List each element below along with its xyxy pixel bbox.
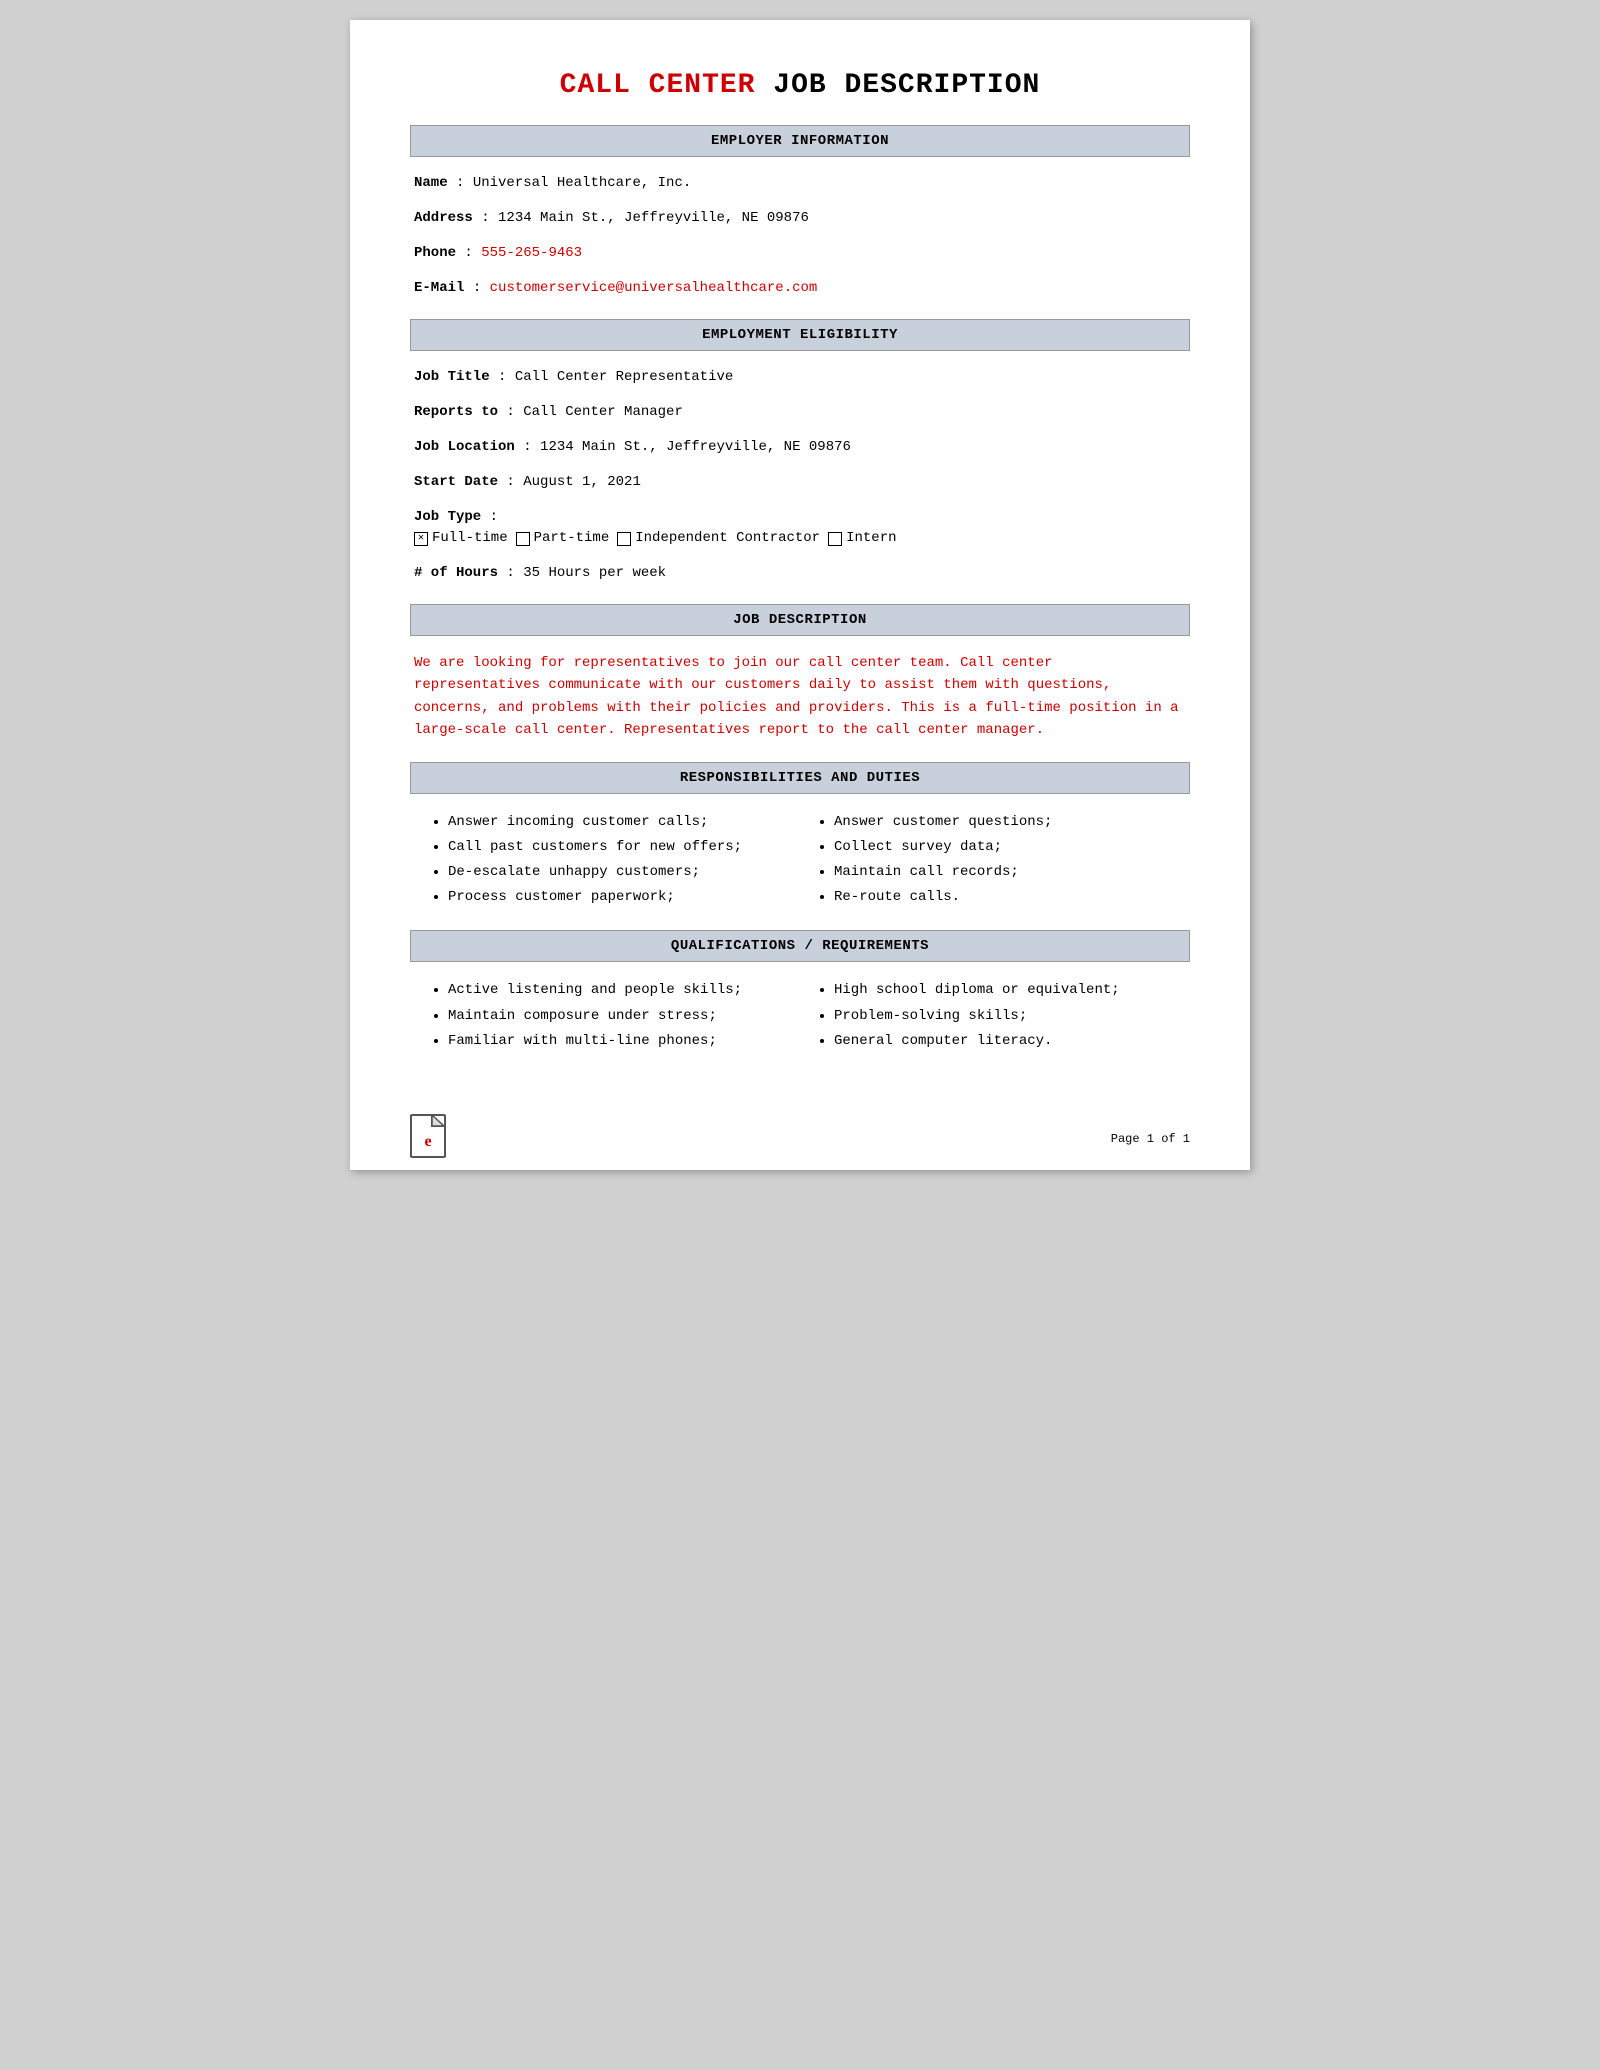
list-item: Maintain call records; xyxy=(834,860,1186,885)
employer-address-colon: : xyxy=(481,210,498,226)
responsibilities-section: RESPONSIBILITIES AND DUTIES Answer incom… xyxy=(410,762,1190,911)
contractor-checkbox xyxy=(617,532,631,546)
list-item: Call past customers for new offers; xyxy=(448,835,800,860)
job-location-row: Job Location : 1234 Main St., Jeffreyvil… xyxy=(414,437,1186,458)
employer-phone-row: Phone : 555-265-9463 xyxy=(414,243,1186,264)
job-title-label: Job Title xyxy=(414,369,490,385)
contractor-label: Independent Contractor xyxy=(635,528,820,549)
employer-section: EMPLOYER INFORMATION Name : Universal He… xyxy=(410,125,1190,299)
list-item: Answer customer questions; xyxy=(834,810,1186,835)
job-description-text: We are looking for representatives to jo… xyxy=(414,652,1186,742)
start-date-row: Start Date : August 1, 2021 xyxy=(414,472,1186,493)
employer-name-value: Universal Healthcare, Inc. xyxy=(473,175,691,191)
employer-phone-value: 555-265-9463 xyxy=(481,245,582,261)
list-item: Collect survey data; xyxy=(834,835,1186,860)
intern-label: Intern xyxy=(846,528,896,549)
responsibilities-content: Answer incoming customer calls; Call pas… xyxy=(410,810,1190,911)
fulltime-option: Full-time xyxy=(414,528,508,549)
qualifications-col1: Active listening and people skills; Main… xyxy=(414,978,800,1054)
intern-option: Intern xyxy=(828,528,896,549)
list-item: Answer incoming customer calls; xyxy=(448,810,800,835)
reports-to-row: Reports to : Call Center Manager xyxy=(414,402,1186,423)
title-red: CALL CENTER xyxy=(560,70,756,101)
svg-text:e: e xyxy=(424,1133,431,1150)
page-title: CALL CENTER JOB DESCRIPTION xyxy=(410,70,1190,101)
job-description-content: We are looking for representatives to jo… xyxy=(410,652,1190,742)
employer-address-value: 1234 Main St., Jeffreyville, NE 09876 xyxy=(498,210,809,226)
start-date-label: Start Date xyxy=(414,474,498,490)
responsibilities-list: Answer incoming customer calls; Call pas… xyxy=(414,810,1186,911)
employer-name-label: Name xyxy=(414,175,448,191)
employer-phone-label: Phone xyxy=(414,245,456,261)
contractor-option: Independent Contractor xyxy=(617,528,820,549)
job-location-value: 1234 Main St., Jeffreyville, NE 09876 xyxy=(540,439,851,455)
employer-name-colon: : xyxy=(456,175,473,191)
reports-to-label: Reports to xyxy=(414,404,498,420)
job-type-label: Job Type xyxy=(414,509,481,525)
hours-row: # of Hours : 35 Hours per week xyxy=(414,563,1186,584)
hours-value: 35 Hours per week xyxy=(523,565,666,581)
list-item: Active listening and people skills; xyxy=(448,978,800,1003)
job-type-row: Job Type : Full-time Part-time Independe… xyxy=(414,507,1186,549)
job-description-section: JOB DESCRIPTION We are looking for repre… xyxy=(410,604,1190,742)
employer-content: Name : Universal Healthcare, Inc. Addres… xyxy=(410,173,1190,299)
responsibilities-col1: Answer incoming customer calls; Call pas… xyxy=(414,810,800,911)
intern-checkbox xyxy=(828,532,842,546)
list-item: Re-route calls. xyxy=(834,885,1186,910)
list-item: High school diploma or equivalent; xyxy=(834,978,1186,1003)
employer-name-row: Name : Universal Healthcare, Inc. xyxy=(414,173,1186,194)
qualifications-col2: High school diploma or equivalent; Probl… xyxy=(800,978,1186,1054)
document-icon: e xyxy=(410,1114,442,1152)
hours-label: # of Hours xyxy=(414,565,498,581)
responsibilities-header: RESPONSIBILITIES AND DUTIES xyxy=(410,762,1190,794)
fulltime-checkbox xyxy=(414,532,428,546)
job-title-row: Job Title : Call Center Representative xyxy=(414,367,1186,388)
employer-address-label: Address xyxy=(414,210,473,226)
employer-phone-colon: : xyxy=(464,245,481,261)
qualifications-content: Active listening and people skills; Main… xyxy=(410,978,1190,1054)
employer-email-value: customerservice@universalhealthcare.com xyxy=(490,280,818,296)
page-number: Page 1 of 1 xyxy=(1111,1132,1190,1146)
employment-content: Job Title : Call Center Representative R… xyxy=(410,367,1190,584)
qualifications-section: QUALIFICATIONS / REQUIREMENTS Active lis… xyxy=(410,930,1190,1054)
employment-header: EMPLOYMENT ELIGIBILITY xyxy=(410,319,1190,351)
page-footer: Page 1 of 1 xyxy=(1111,1132,1190,1146)
list-item: General computer literacy. xyxy=(834,1029,1186,1054)
employer-address-row: Address : 1234 Main St., Jeffreyville, N… xyxy=(414,208,1186,229)
employer-email-colon: : xyxy=(473,280,490,296)
start-date-value: August 1, 2021 xyxy=(523,474,641,490)
fulltime-label: Full-time xyxy=(432,528,508,549)
employment-section: EMPLOYMENT ELIGIBILITY Job Title : Call … xyxy=(410,319,1190,584)
job-type-options: Full-time Part-time Independent Contract… xyxy=(414,528,1186,549)
list-item: Process customer paperwork; xyxy=(448,885,800,910)
qualifications-list: Active listening and people skills; Main… xyxy=(414,978,1186,1054)
employer-email-label: E-Mail xyxy=(414,280,464,296)
responsibilities-col2: Answer customer questions; Collect surve… xyxy=(800,810,1186,911)
employer-email-row: E-Mail : customerservice@universalhealth… xyxy=(414,278,1186,299)
document-page: CALL CENTER JOB DESCRIPTION EMPLOYER INF… xyxy=(350,20,1250,1170)
qualifications-header: QUALIFICATIONS / REQUIREMENTS xyxy=(410,930,1190,962)
reports-to-value: Call Center Manager xyxy=(523,404,683,420)
list-item: Problem-solving skills; xyxy=(834,1004,1186,1029)
list-item: Familiar with multi-line phones; xyxy=(448,1029,800,1054)
parttime-checkbox xyxy=(516,532,530,546)
job-location-label: Job Location xyxy=(414,439,515,455)
job-title-value: Call Center Representative xyxy=(515,369,733,385)
job-description-header: JOB DESCRIPTION xyxy=(410,604,1190,636)
parttime-label: Part-time xyxy=(534,528,610,549)
list-item: Maintain composure under stress; xyxy=(448,1004,800,1029)
employer-header: EMPLOYER INFORMATION xyxy=(410,125,1190,157)
list-item: De-escalate unhappy customers; xyxy=(448,860,800,885)
title-black: JOB DESCRIPTION xyxy=(756,70,1041,101)
parttime-option: Part-time xyxy=(516,528,610,549)
